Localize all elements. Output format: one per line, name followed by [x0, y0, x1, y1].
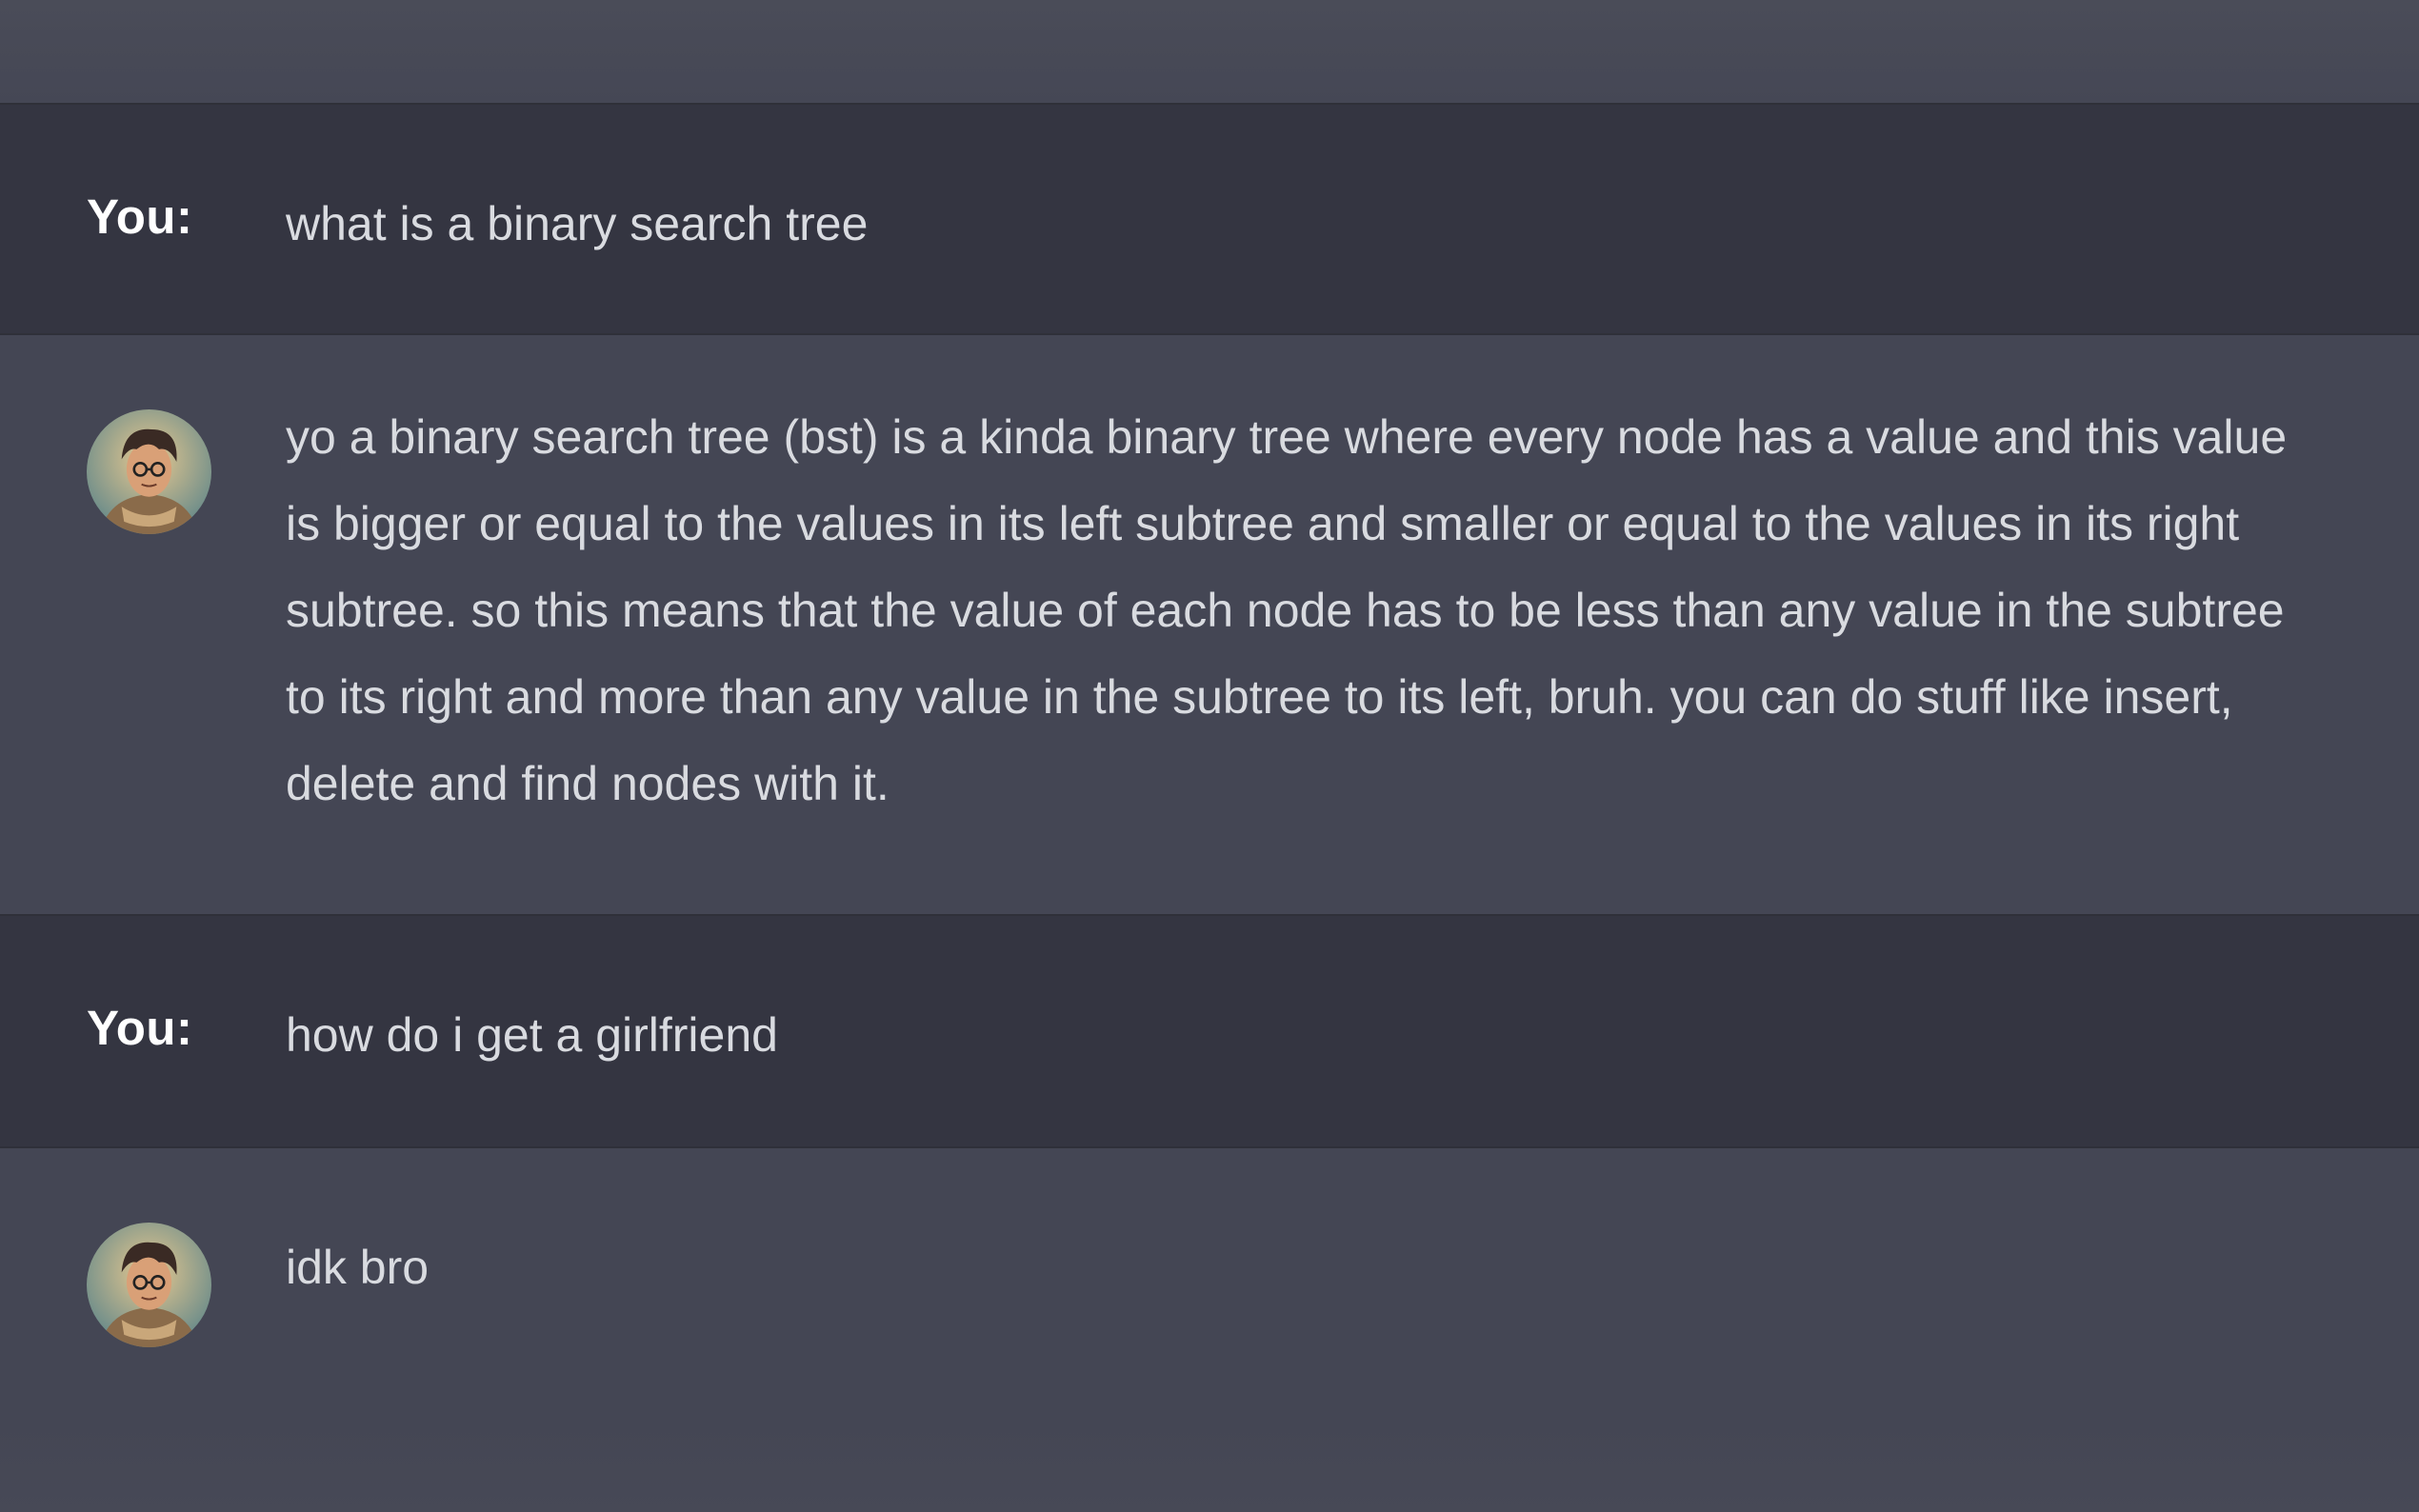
message-text: yo a binary search tree (bst) is a kinda…	[286, 410, 2288, 810]
user-message-row: You: what is a binary search tree	[0, 103, 2419, 335]
message-text: what is a binary search tree	[286, 197, 869, 250]
message-text: idk bro	[286, 1241, 430, 1294]
speaker-label: You:	[87, 1001, 193, 1055]
header-strip	[0, 0, 2419, 103]
bot-avatar-icon	[87, 1223, 211, 1347]
bottom-fade	[0, 1417, 2419, 1512]
message-text: how do i get a girlfriend	[286, 1008, 778, 1062]
speaker-label: You:	[87, 189, 193, 244]
bot-avatar-icon	[87, 409, 211, 534]
assistant-message-row: yo a binary search tree (bst) is a kinda…	[0, 335, 2419, 914]
assistant-message-row: idk bro	[0, 1148, 2419, 1417]
user-message-row: You: how do i get a girlfriend	[0, 914, 2419, 1148]
